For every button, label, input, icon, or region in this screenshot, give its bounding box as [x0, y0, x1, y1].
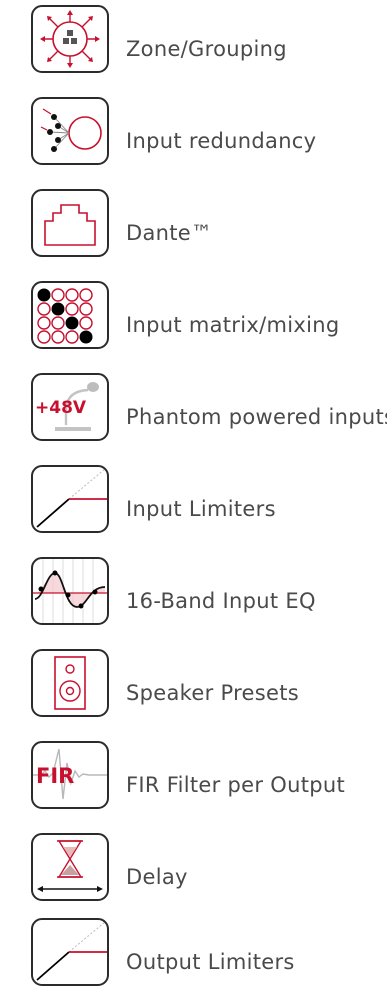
feature-label: Zone/Grouping — [126, 37, 287, 61]
phantom-power-microphone-icon: +48V — [31, 373, 109, 441]
feature-row-speaker-presets: Speaker Presets — [31, 649, 387, 717]
matrix-grid-icon — [31, 281, 109, 349]
feature-label: Input redundancy — [126, 129, 317, 153]
feature-label: Speaker Presets — [126, 681, 300, 705]
fir-filter-icon: FIR — [31, 741, 109, 809]
feature-row-delay: Delay — [31, 833, 387, 901]
feature-row-input-limiters: Input Limiters — [31, 465, 387, 533]
feature-label: Dante™ — [126, 221, 213, 245]
speaker-icon — [31, 649, 109, 717]
feature-label: Input matrix/mixing — [126, 313, 340, 337]
feature-row-input-eq: 16-Band Input EQ — [31, 557, 387, 625]
hourglass-delay-icon — [31, 833, 109, 901]
zone-grouping-icon — [31, 5, 109, 73]
feature-label: Delay — [126, 865, 188, 889]
feature-label: 16-Band Input EQ — [126, 589, 316, 613]
eq-curve-icon — [31, 557, 109, 625]
feature-label: Phantom powered inputs — [126, 405, 387, 429]
phantom-badge-text: +48V — [35, 398, 87, 418]
fir-badge-text: FIR — [36, 764, 74, 788]
feature-row-input-matrix: Input matrix/mixing — [31, 281, 387, 349]
input-redundancy-icon — [31, 97, 109, 165]
feature-row-zone-grouping: Zone/Grouping — [31, 5, 387, 73]
feature-row-dante: Dante™ — [31, 189, 387, 257]
feature-row-phantom-power: +48V Phantom powered inputs — [31, 373, 387, 441]
limiter-curve-icon — [31, 918, 109, 986]
feature-label: FIR Filter per Output — [126, 773, 346, 797]
feature-row-input-redundancy: Input redundancy — [31, 97, 387, 165]
feature-row-fir-filter: FIR FIR Filter per Output — [31, 741, 387, 809]
feature-label: Input Limiters — [126, 497, 276, 521]
feature-row-output-limiters: Output Limiters — [31, 918, 387, 986]
feature-label: Output Limiters — [126, 950, 295, 974]
dante-network-port-icon — [31, 189, 109, 257]
limiter-curve-icon — [31, 465, 109, 533]
feature-list: Zone/Grouping Input redundancy Dante™ In… — [0, 0, 387, 991]
